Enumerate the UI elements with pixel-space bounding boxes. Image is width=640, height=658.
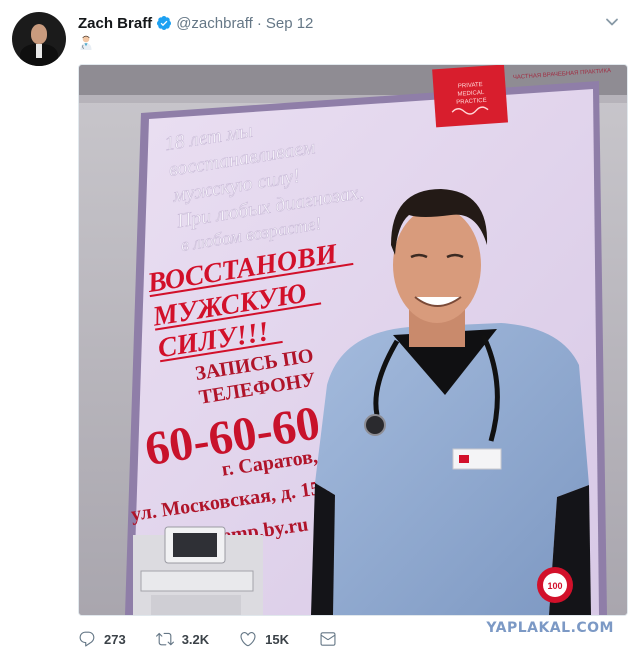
watermark: YAPLAKAL.COM (486, 620, 614, 636)
reply-count: 273 (104, 631, 126, 647)
avatar-face (31, 24, 47, 44)
like-count: 15K (265, 631, 290, 647)
envelope-icon (320, 632, 336, 646)
badge-text: 100 (547, 581, 562, 591)
separator-dot: · (256, 14, 262, 32)
like-button[interactable]: 15K (239, 630, 289, 648)
reply-button[interactable]: 273 (78, 630, 126, 648)
tweet-photo[interactable]: PRIVATE MEDICAL PRACTICE ЧАСТНАЯ ВРАЧЕБН… (78, 64, 628, 616)
retweet-icon (155, 632, 174, 646)
retweet-count: 3.2K (181, 631, 210, 647)
tweet-header: Zach Braff @zachbraff · Sep 12 (78, 12, 626, 34)
reply-icon (79, 631, 95, 647)
avatar-shirt (36, 44, 42, 58)
chevron-down-icon[interactable] (604, 14, 620, 30)
ultrasound-machine (133, 526, 263, 615)
author-handle[interactable]: @zachbraff (176, 15, 253, 32)
retweet-button[interactable]: 3.2K (155, 630, 210, 648)
tweet-date[interactable]: Sep 12 (266, 15, 314, 32)
verified-badge-icon (156, 15, 172, 31)
avatar[interactable] (12, 12, 66, 66)
heart-icon (240, 632, 256, 647)
author-name[interactable]: Zach Braff (78, 15, 152, 32)
direct-message-button[interactable] (319, 630, 345, 648)
corner-badge: 100 (537, 567, 573, 603)
tweet-actions: 273 3.2K 15K (78, 628, 375, 650)
doctor-emoji-icon (78, 34, 94, 50)
poster-photo: PRIVATE MEDICAL PRACTICE ЧАСТНАЯ ВРАЧЕБН… (79, 65, 627, 615)
tweet-text (78, 32, 94, 50)
